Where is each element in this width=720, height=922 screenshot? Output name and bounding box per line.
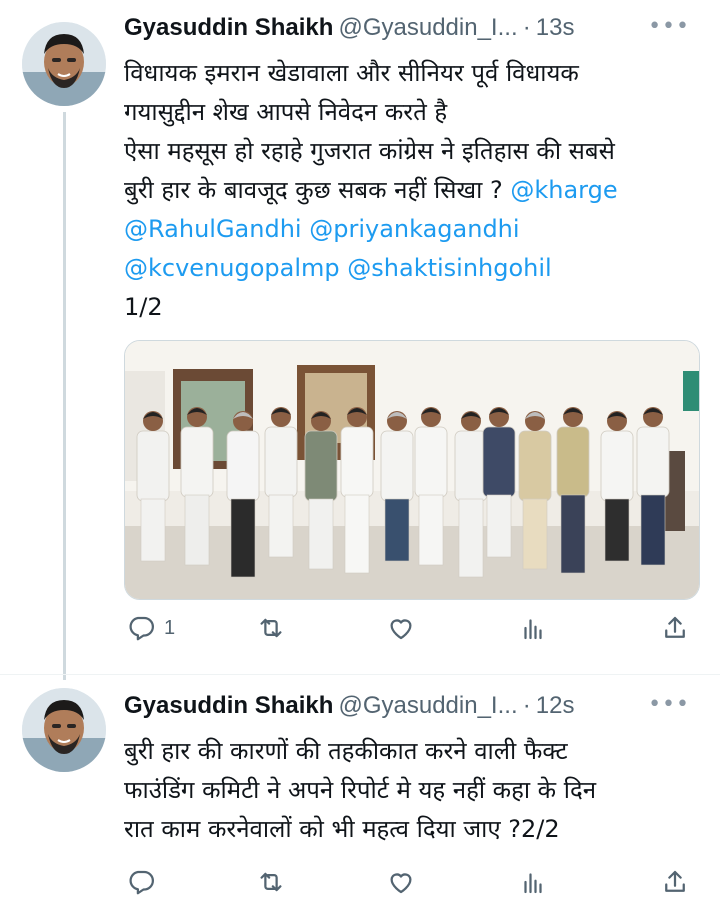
like-button[interactable] <box>386 610 416 646</box>
group-photo <box>125 341 699 599</box>
share-button[interactable] <box>660 864 690 900</box>
tweet-text-line: रात काम करनेवालों को भी महत्व दिया जाए ?… <box>124 815 560 843</box>
tweet-divider <box>0 674 720 675</box>
mention-link[interactable]: @RahulGandhi <box>124 215 302 243</box>
avatar-image <box>22 688 106 772</box>
like-icon <box>390 873 412 894</box>
tweet-text-line: फाउंडिंग कमिटी ने अपने रिपोर्ट मे यह नही… <box>124 776 597 804</box>
tweet-1[interactable]: Gyasuddin Shaikh @Gyasuddin_I... · 13s •… <box>0 0 720 680</box>
tweet-text-line: @kcvenugopalmp @shaktisinhgohil <box>124 249 696 288</box>
tweet-text-segment: बुरी हार के बावजूद कुछ सबक नहीं सिखा ? <box>124 176 503 204</box>
author-name[interactable]: Gyasuddin Shaikh <box>124 692 333 719</box>
tweet-text: विधायक इमरान खेडावाला और सीनियर पूर्व वि… <box>124 54 696 327</box>
share-icon <box>665 616 685 638</box>
avatar[interactable] <box>22 22 106 106</box>
mention-link[interactable]: @priyankagandhi <box>309 215 519 243</box>
like-icon <box>390 619 412 640</box>
thread-marker: 1/2 <box>124 293 163 321</box>
tweet-photo[interactable] <box>124 340 700 600</box>
tweet-2[interactable]: Gyasuddin Shaikh @Gyasuddin_I... · 12s •… <box>0 680 720 922</box>
views-icon <box>524 619 542 640</box>
mention-link[interactable]: @shaktisinhgohil <box>347 254 551 282</box>
more-icon[interactable]: ••• <box>648 692 690 717</box>
reply-icon <box>129 616 154 641</box>
reply-button[interactable]: 1 <box>126 610 175 646</box>
author-handle[interactable]: @Gyasuddin_I... <box>338 14 517 41</box>
thread-connector-line <box>63 112 66 680</box>
avatar[interactable] <box>22 688 106 772</box>
mention-link[interactable]: @kharge <box>510 176 617 204</box>
avatar-image <box>22 22 106 106</box>
retweet-button[interactable] <box>256 610 286 646</box>
timestamp[interactable]: 13s <box>536 14 575 41</box>
tweet-text-line: बुरी हार के बावजूद कुछ सबक नहीं सिखा ? @… <box>124 171 696 210</box>
reply-button[interactable] <box>126 864 156 900</box>
like-button[interactable] <box>386 864 416 900</box>
retweet-icon <box>260 872 282 892</box>
tweet-text-line: गयासुद्दीन शेख आपसे निवेदन करते है <box>124 98 448 126</box>
retweet-button[interactable] <box>256 864 286 900</box>
retweet-icon <box>260 618 282 638</box>
share-button[interactable] <box>660 610 690 646</box>
separator-dot: · <box>522 14 531 41</box>
views-button[interactable] <box>518 864 548 900</box>
tweet-text-line: विधायक इमरान खेडावाला और सीनियर पूर्व वि… <box>124 59 579 87</box>
mention-link[interactable]: @kcvenugopalmp <box>124 254 340 282</box>
reply-icon <box>129 870 154 895</box>
more-icon[interactable]: ••• <box>648 14 690 39</box>
author-name[interactable]: Gyasuddin Shaikh <box>124 14 333 41</box>
tweet-text: बुरी हार की कारणों की तहकीकात करने वाली … <box>124 732 696 849</box>
tweet-actions: 1 <box>124 610 698 646</box>
tweet-header: Gyasuddin Shaikh @Gyasuddin_I... · 13s •… <box>124 14 704 54</box>
author-handle[interactable]: @Gyasuddin_I... <box>338 692 517 719</box>
tweet-actions <box>124 864 698 900</box>
views-icon <box>524 873 542 894</box>
views-button[interactable] <box>518 610 548 646</box>
timestamp[interactable]: 12s <box>536 692 575 719</box>
tweet-text-line: ऐसा महसूस हो रहाहे गुजरात कांग्रेस ने इत… <box>124 137 615 165</box>
separator-dot: · <box>522 692 531 719</box>
tweet-text-line: बुरी हार की कारणों की तहकीकात करने वाली … <box>124 737 568 765</box>
share-icon <box>665 870 685 892</box>
tweet-header: Gyasuddin Shaikh @Gyasuddin_I... · 12s •… <box>124 692 704 732</box>
tweet-text-line: @RahulGandhi @priyankagandhi <box>124 210 696 249</box>
reply-count: 1 <box>164 616 176 639</box>
